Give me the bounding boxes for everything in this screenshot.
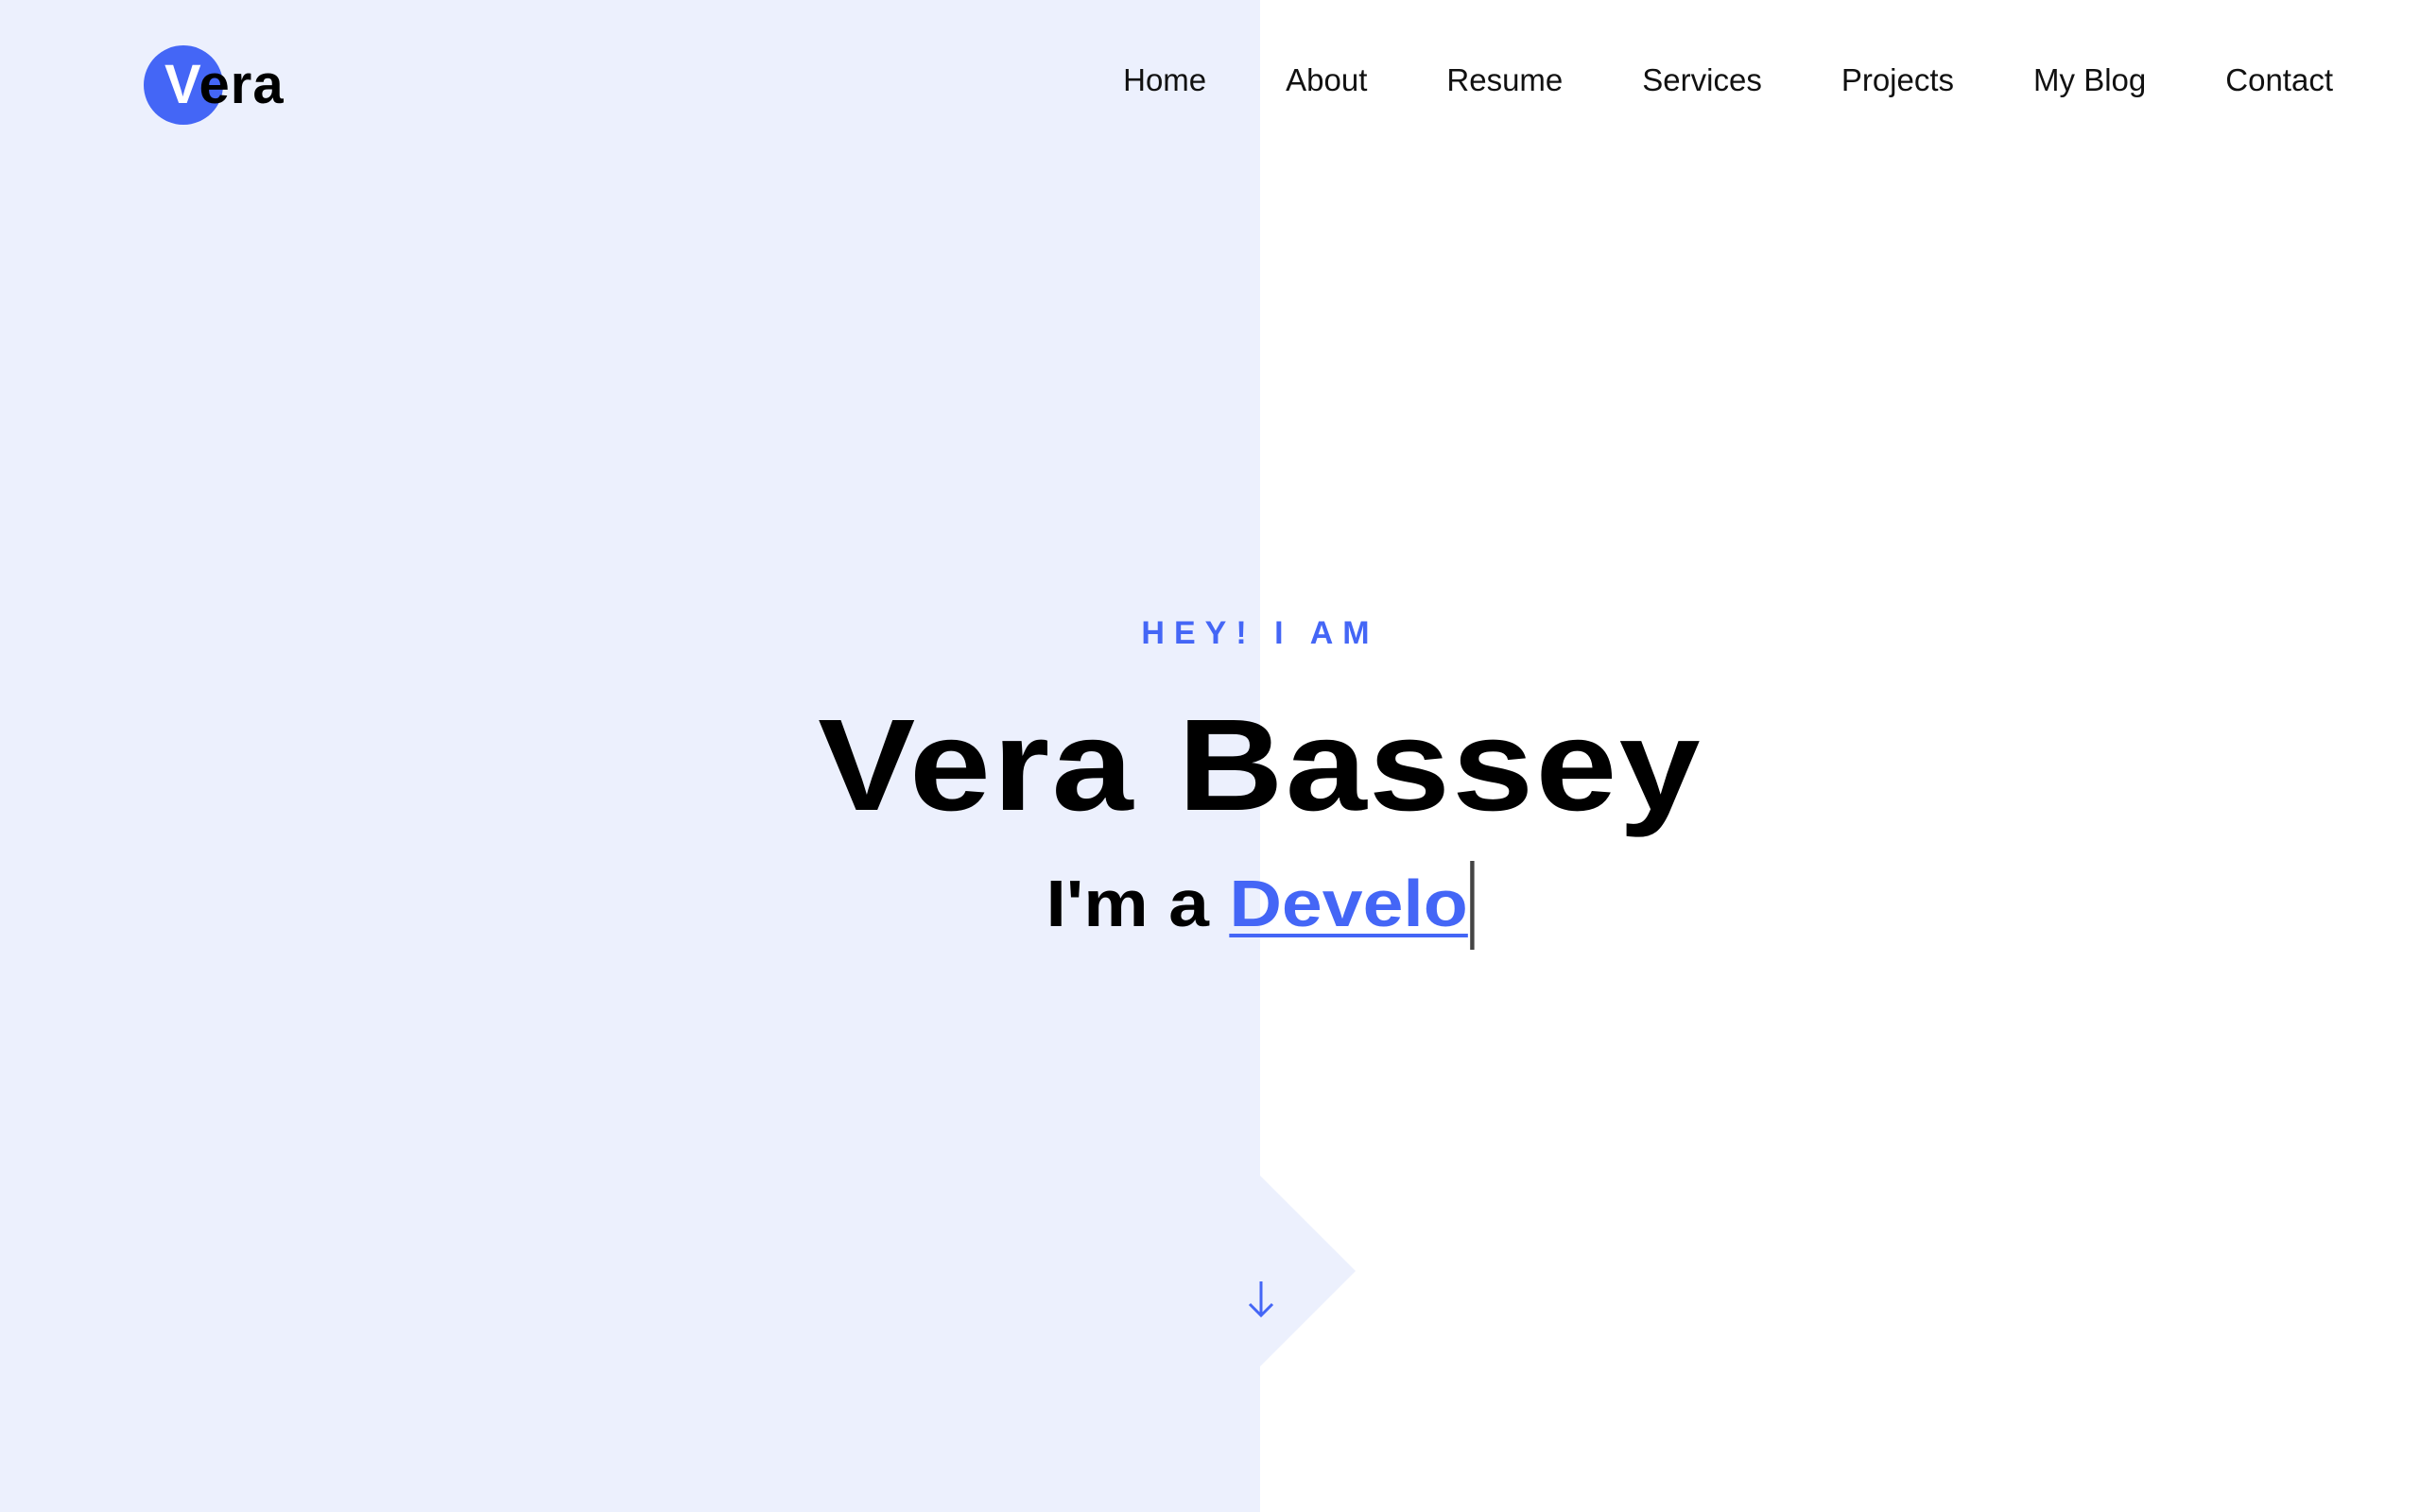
page: Vera Home About Resume Services Projects… — [0, 0, 2420, 1512]
site-logo[interactable]: Vera — [144, 45, 285, 125]
nav-resume[interactable]: Resume — [1446, 55, 1563, 106]
nav-my-blog[interactable]: My Blog — [2033, 55, 2146, 106]
hero-eyebrow: HEY! I AM — [1141, 615, 1379, 651]
nav-home[interactable]: Home — [1123, 55, 1206, 106]
role-typed-word: Develo — [1229, 867, 1468, 940]
nav-services[interactable]: Services — [1642, 55, 1762, 106]
panel-notch — [1260, 1176, 1356, 1366]
role-prefix: I'm a — [1046, 867, 1230, 940]
scroll-down-button[interactable] — [1240, 1276, 1282, 1323]
nav-projects[interactable]: Projects — [1841, 55, 1954, 106]
hero-role: I'm a Develo — [0, 856, 2420, 954]
hero-name: Vera Bassey — [818, 693, 1703, 838]
logo-text: Vera — [144, 45, 285, 125]
arrow-down-icon — [1248, 1281, 1274, 1318]
nav-about[interactable]: About — [1286, 55, 1367, 106]
logo-rest: era — [199, 54, 285, 115]
nav-contact[interactable]: Contact — [2225, 55, 2333, 106]
main-nav: Home About Resume Services Projects My B… — [1123, 55, 2333, 106]
hero-section: HEY! I AM Vera Bassey I'm a Develo — [0, 605, 2420, 954]
typing-caret — [1470, 860, 1475, 950]
logo-initial: V — [164, 54, 199, 115]
